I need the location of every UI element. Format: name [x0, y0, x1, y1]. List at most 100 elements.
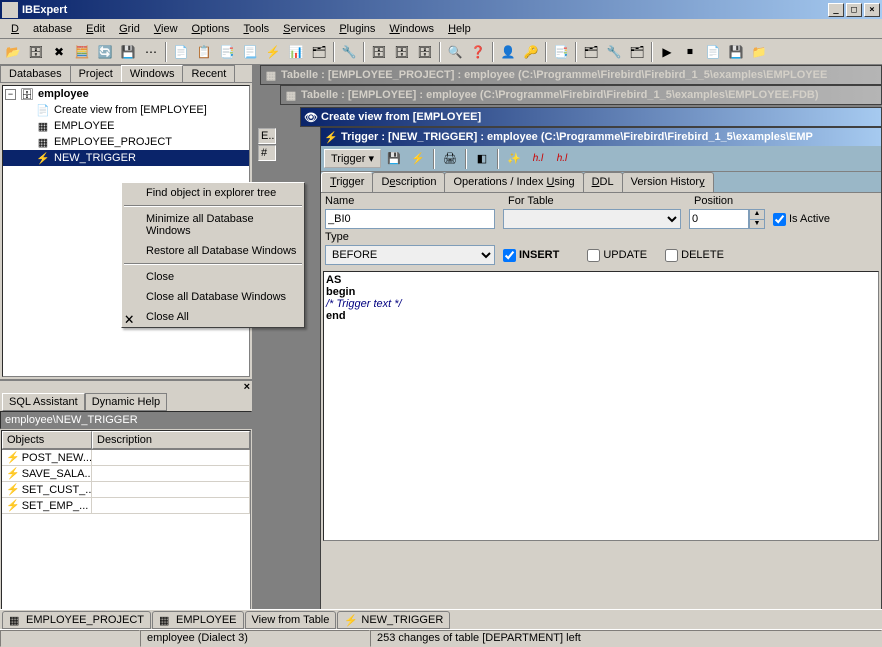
btab-employee-project[interactable]: ▦EMPLOYEE_PROJECT [2, 611, 151, 629]
tab-project[interactable]: Project [70, 65, 122, 82]
toolbar-button-26[interactable]: 🔑 [520, 41, 542, 63]
tab-recent[interactable]: Recent [182, 65, 235, 82]
toolbar-button-25[interactable]: 👤 [497, 41, 519, 63]
toolbar-button-35[interactable]: ⏹ [679, 41, 701, 63]
col-objects[interactable]: Objects [2, 431, 92, 449]
menu-grid[interactable]: Grid [112, 21, 147, 37]
mdi-window[interactable]: ▦Tabelle : [EMPLOYEE] : employee (C:\Pro… [280, 85, 882, 105]
tab-version[interactable]: Version History [622, 172, 714, 192]
close-button[interactable]: × [864, 3, 880, 17]
toolbar-button-9[interactable]: 📋 [193, 41, 215, 63]
toolbar-button-0[interactable]: 📂 [2, 41, 24, 63]
mdi-window[interactable]: 👁Create view from [EMPLOYEE] [300, 107, 882, 127]
menu-services[interactable]: Services [276, 21, 332, 37]
toolbar-button-38[interactable]: 📁 [748, 41, 770, 63]
maximize-button[interactable]: □ [846, 3, 862, 17]
mdi-window[interactable]: ▦Tabelle : [EMPLOYEE_PROJECT] : employee… [260, 65, 882, 85]
tree-item[interactable]: ▦ EMPLOYEE_PROJECT [3, 134, 249, 150]
toolbar-button-12[interactable]: ⚡ [262, 41, 284, 63]
menu-tools[interactable]: Tools [236, 21, 276, 37]
ctx-minimize-all[interactable]: Minimize all Database Windows [122, 209, 304, 241]
toolbar-button-14[interactable]: 🗂 [308, 41, 330, 63]
toolbar-button-10[interactable]: 📑 [216, 41, 238, 63]
list-item[interactable]: ⚡SET_CUST_... [2, 482, 92, 497]
code-editor[interactable]: AS begin /* Trigger text */ end [323, 271, 879, 541]
wand-icon[interactable]: ✨ [503, 148, 525, 170]
print-icon[interactable]: 🖨 [439, 148, 461, 170]
menu-database[interactable]: Database [4, 21, 79, 37]
toolbar-button-4[interactable]: 🔄 [94, 41, 116, 63]
toolbar-button-2[interactable]: ✖ [48, 41, 70, 63]
toolbar-button-23[interactable]: ❓ [467, 41, 489, 63]
menu-view[interactable]: View [147, 21, 185, 37]
toolbar-button-32[interactable]: 🗂 [626, 41, 648, 63]
toolbar-button-18[interactable]: 🗄 [368, 41, 390, 63]
toolbar-button-16[interactable]: 🔧 [338, 41, 360, 63]
insert-checkbox[interactable] [503, 249, 516, 262]
isactive-checkbox[interactable] [773, 213, 786, 226]
btab-employee[interactable]: ▦EMPLOYEE [152, 611, 244, 629]
ctx-close[interactable]: Close [122, 267, 304, 287]
list-item[interactable]: ⚡POST_NEW... [2, 450, 92, 465]
sql-grid[interactable]: Objects Description ⚡POST_NEW... ⚡SAVE_S… [1, 430, 251, 625]
collapse-icon[interactable]: − [5, 89, 16, 100]
menu-help[interactable]: Help [441, 21, 478, 37]
ctx-find-object[interactable]: Find object in explorer tree [122, 183, 304, 203]
tab-dynamic-help[interactable]: Dynamic Help [85, 393, 167, 411]
spin-down-icon[interactable]: ▼ [750, 220, 764, 229]
panel-close-icon[interactable]: × [0, 381, 252, 393]
position-input[interactable] [689, 209, 749, 229]
minimize-button[interactable]: _ [828, 3, 844, 17]
toolbar-button-6[interactable]: ⋯ [140, 41, 162, 63]
compile-icon[interactable]: ⚡ [407, 148, 429, 170]
menu-plugins[interactable]: Plugins [332, 21, 382, 37]
tab-trigger[interactable]: Trigger [321, 172, 373, 192]
toolbar-button-22[interactable]: 🔍 [444, 41, 466, 63]
ctx-close-all-db[interactable]: Close all Database Windows [122, 287, 304, 307]
list-item[interactable]: ⚡SAVE_SALA... [2, 466, 92, 481]
h2-icon[interactable]: h.l [551, 148, 573, 170]
toolbar-button-31[interactable]: 🔧 [603, 41, 625, 63]
toolbar-button-19[interactable]: 🗄 [391, 41, 413, 63]
tab-description[interactable]: Description [372, 172, 445, 192]
ctx-restore-all[interactable]: Restore all Database Windows [122, 241, 304, 261]
tab-windows[interactable]: Windows [121, 65, 184, 82]
type-select[interactable]: BEFORE [325, 245, 495, 265]
tab-sql-assistant[interactable]: SQL Assistant [2, 393, 85, 411]
toolbar-button-5[interactable]: 💾 [117, 41, 139, 63]
update-checkbox[interactable] [587, 249, 600, 262]
h1-icon[interactable]: h.l [527, 148, 549, 170]
fortable-select[interactable] [503, 209, 681, 229]
delete-checkbox[interactable] [665, 249, 678, 262]
trigger-menu-button[interactable]: Trigger ▾ [324, 149, 381, 168]
toolbar-button-8[interactable]: 📄 [170, 41, 192, 63]
col-description[interactable]: Description [92, 431, 250, 449]
btab-view[interactable]: View from Table [245, 611, 337, 629]
save-icon[interactable]: 💾 [383, 148, 405, 170]
toolbar-button-36[interactable]: 📄 [702, 41, 724, 63]
tree-item[interactable]: 📄 Create view from [EMPLOYEE] [3, 102, 249, 118]
menu-windows[interactable]: Windows [382, 21, 441, 37]
toolbar-button-28[interactable]: 📑 [550, 41, 572, 63]
tree-item[interactable]: ▦ EMPLOYEE [3, 118, 249, 134]
toolbar-button-20[interactable]: 🗄 [414, 41, 436, 63]
list-item[interactable]: ⚡SET_EMP_... [2, 498, 92, 513]
menu-options[interactable]: Options [185, 21, 237, 37]
tab-databases[interactable]: Databases [0, 65, 71, 82]
tree-item-selected[interactable]: ⚡ NEW_TRIGGER [3, 150, 249, 166]
trigger-window-title[interactable]: ⚡ Trigger : [NEW_TRIGGER] : employee (C:… [321, 128, 881, 146]
name-input[interactable] [325, 209, 495, 229]
btab-new-trigger[interactable]: ⚡NEW_TRIGGER [337, 611, 450, 629]
toolbar-button-37[interactable]: 💾 [725, 41, 747, 63]
ctx-close-all[interactable]: 🗙Close All [122, 307, 304, 327]
toolbar-button-34[interactable]: ▶ [656, 41, 678, 63]
toolbar-button-3[interactable]: 🧮 [71, 41, 93, 63]
toggle-icon[interactable]: ◧ [471, 148, 493, 170]
toolbar-button-11[interactable]: 📃 [239, 41, 261, 63]
tree-root[interactable]: − 🗄 employee [3, 86, 249, 102]
toolbar-button-13[interactable]: 📊 [285, 41, 307, 63]
toolbar-button-30[interactable]: 🗂 [580, 41, 602, 63]
tab-operations[interactable]: Operations / Index Using [444, 172, 583, 192]
spin-up-icon[interactable]: ▲ [750, 210, 764, 220]
tab-ddl[interactable]: DDL [583, 172, 623, 192]
